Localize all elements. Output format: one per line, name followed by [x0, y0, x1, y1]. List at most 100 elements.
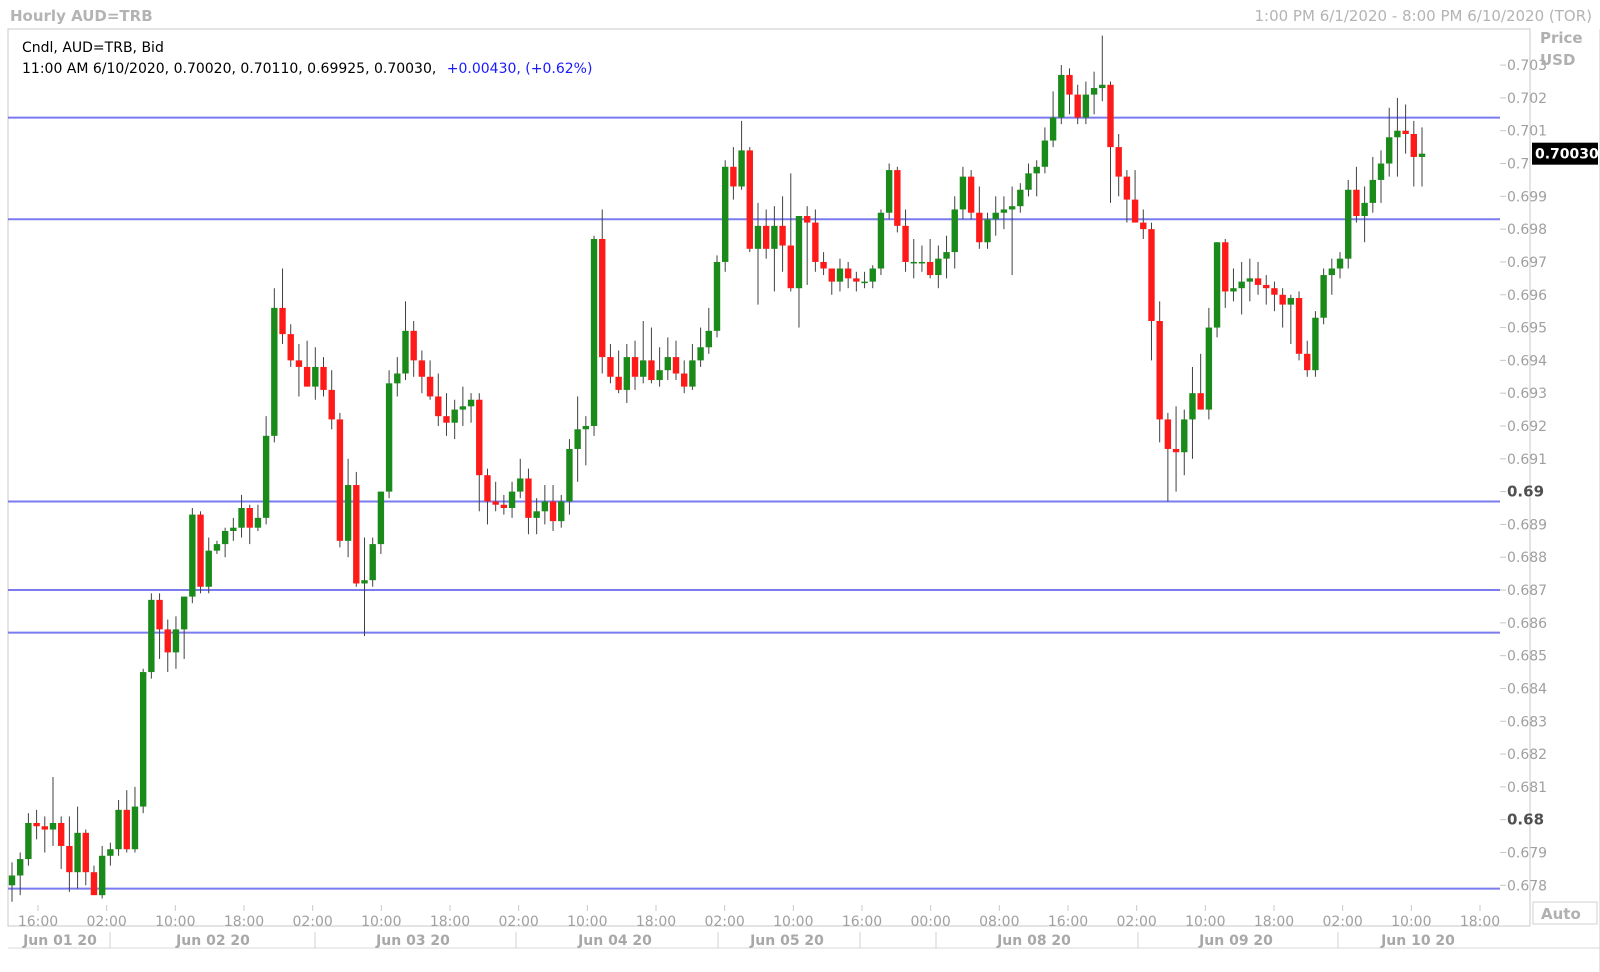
candle [1336, 252, 1344, 279]
candle-body [8, 875, 16, 886]
candle-body [853, 278, 860, 282]
candle [353, 471, 360, 587]
time-tick-label: 18:00 [1460, 914, 1500, 930]
candle [541, 485, 549, 525]
candle [139, 668, 147, 814]
candle-body [623, 357, 631, 390]
candle [402, 301, 409, 381]
candle [205, 537, 212, 594]
candle-body [590, 238, 598, 426]
candle [443, 393, 450, 436]
candle-body [197, 514, 204, 587]
candle-body [1164, 419, 1172, 449]
candle-body [1246, 278, 1254, 282]
candle [246, 504, 253, 545]
candle-body [312, 366, 319, 387]
date-label: Jun 05 20 [749, 933, 824, 949]
candle-body [1172, 448, 1180, 453]
candle [492, 481, 499, 512]
candle [1394, 97, 1401, 177]
candle [1410, 120, 1417, 187]
candle-body [1353, 189, 1360, 217]
candle [287, 324, 294, 367]
time-tick-label: 18:00 [636, 914, 676, 930]
candle-body [1230, 288, 1237, 292]
candle [844, 261, 852, 289]
candle [57, 816, 65, 869]
candle [189, 508, 196, 604]
price-tick-label: 0.679 [1507, 846, 1547, 862]
candle [549, 485, 557, 531]
price-tick-label: 0.697 [1507, 255, 1547, 271]
candle [484, 468, 491, 525]
candle-body [631, 357, 639, 377]
candle-body [1410, 133, 1417, 157]
date-label: Jun 01 20 [22, 933, 97, 949]
candle [1058, 65, 1065, 125]
candle [361, 537, 368, 636]
price-tick-label: 0.699 [1507, 189, 1547, 205]
price-axis-currency: USD [1540, 51, 1575, 69]
candle [631, 340, 639, 390]
candle-body [517, 478, 524, 492]
candle-body [1238, 281, 1245, 289]
candle-body [1099, 84, 1106, 89]
candle-body [1279, 294, 1286, 305]
candle-body [754, 225, 762, 249]
candle [959, 166, 967, 220]
time-tick-label: 02:00 [704, 914, 744, 930]
last-price-tag: 0.70030 [1532, 142, 1599, 165]
time-tick-label: 02:00 [498, 914, 538, 930]
candle-body [918, 261, 926, 264]
candle [1222, 238, 1229, 308]
time-tick-label: 16:00 [18, 914, 58, 930]
price-tick-label: 0.686 [1507, 616, 1547, 632]
candle [1320, 268, 1327, 325]
candle-body [123, 809, 130, 850]
candle-body [492, 501, 499, 505]
candle-body [1000, 209, 1008, 213]
candle [1402, 104, 1409, 154]
price-tick-label: 0.696 [1507, 288, 1547, 304]
candle [435, 373, 442, 426]
candle-body [1082, 94, 1090, 118]
candle-body [131, 806, 139, 850]
candle [1312, 311, 1319, 377]
candle-body [1271, 288, 1278, 295]
candle-body [771, 225, 778, 249]
candlestick-chart[interactable]: Hourly AUD=TRB 1:00 PM 6/1/2020 - 8:00 P… [0, 0, 1600, 972]
price-tick-label: 0.698 [1507, 222, 1547, 238]
candle-body [336, 419, 344, 541]
candle [74, 806, 81, 889]
candle-body [935, 258, 942, 276]
candle-body [533, 511, 540, 518]
date-label: Jun 02 20 [175, 933, 250, 949]
legend-ohlc-values: 11:00 AM 6/10/2020, 0.70020, 0.70110, 0.… [22, 61, 436, 77]
time-tick-label: 10:00 [361, 914, 401, 930]
candle [1189, 366, 1196, 459]
price-tick-label: 0.7 [1507, 157, 1529, 173]
candle-body [1394, 130, 1401, 138]
price-tick-label: 0.694 [1507, 353, 1547, 369]
candle-body [549, 501, 557, 522]
candle-body [1148, 229, 1155, 321]
price-tick-label: 0.687 [1507, 583, 1547, 599]
candle-body [1336, 258, 1344, 269]
candle-body [836, 268, 844, 282]
candle-body [1197, 393, 1204, 410]
price-tick-label: 0.693 [1507, 386, 1547, 402]
candle [213, 540, 221, 554]
candle-body [1222, 242, 1229, 292]
candle [1361, 186, 1368, 243]
candle [1123, 170, 1131, 223]
candle-body [1066, 74, 1073, 95]
candle [705, 307, 712, 354]
support-resistance-lines [8, 116, 1500, 890]
candle-body [1025, 173, 1032, 190]
candle-body [1328, 268, 1336, 276]
candle-body [66, 845, 73, 873]
candle [1033, 160, 1040, 197]
candle [738, 120, 745, 190]
candle-body [615, 376, 622, 390]
candle-body [41, 826, 48, 830]
